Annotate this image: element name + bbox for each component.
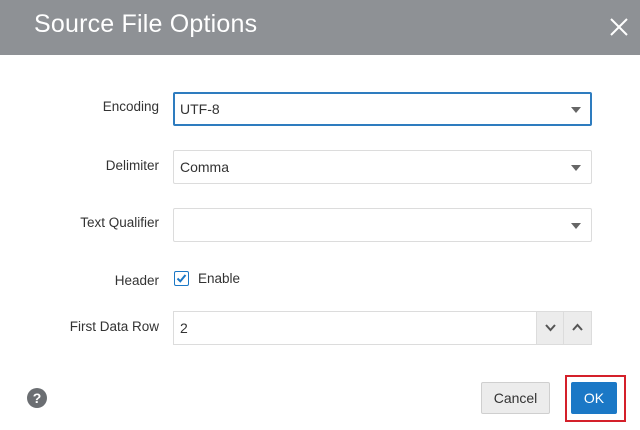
delimiter-value: Comma — [180, 159, 230, 175]
chevron-up-icon — [572, 323, 583, 331]
decrement-button[interactable] — [536, 312, 564, 344]
chevron-down-icon — [545, 324, 556, 332]
first-data-row-value[interactable]: 2 — [180, 320, 188, 336]
checkmark-icon — [176, 274, 187, 283]
delimiter-select[interactable]: Comma — [173, 150, 592, 184]
header-enable-checkbox[interactable] — [174, 271, 189, 286]
chevron-down-icon — [571, 107, 581, 113]
chevron-down-icon — [571, 165, 581, 171]
dialog-title: Source File Options — [34, 10, 258, 38]
close-button[interactable] — [608, 16, 630, 38]
dialog-titlebar: Source File Options — [0, 0, 640, 55]
help-icon[interactable]: ? — [27, 388, 47, 408]
increment-button[interactable] — [563, 312, 591, 344]
cancel-button[interactable]: Cancel — [481, 382, 550, 414]
ok-button[interactable]: OK — [571, 382, 617, 414]
close-icon — [610, 18, 628, 36]
encoding-value: UTF-8 — [180, 101, 220, 117]
first-data-row-label: First Data Row — [69, 319, 159, 334]
delimiter-label: Delimiter — [105, 158, 159, 173]
text-qualifier-label: Text Qualifier — [80, 215, 159, 230]
header-label: Header — [114, 273, 159, 288]
encoding-select[interactable]: UTF-8 — [173, 92, 592, 126]
text-qualifier-select[interactable] — [173, 208, 592, 242]
first-data-row-stepper[interactable]: 2 — [173, 311, 592, 345]
header-enable-label[interactable]: Enable — [198, 271, 240, 286]
chevron-down-icon — [571, 223, 581, 229]
encoding-label: Encoding — [102, 99, 159, 114]
